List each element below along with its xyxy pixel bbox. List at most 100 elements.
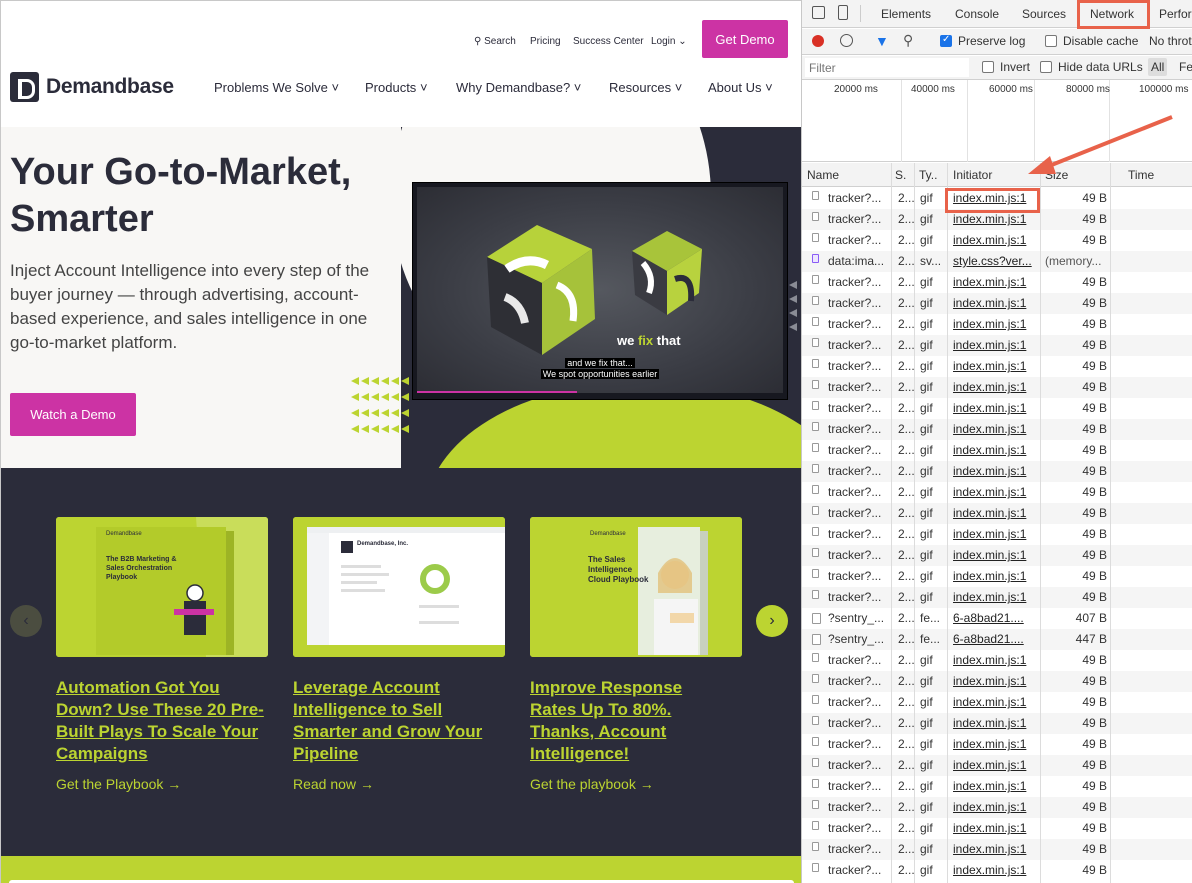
video-progress-bar[interactable]: [417, 391, 577, 393]
request-initiator-link[interactable]: index.min.js:1: [953, 863, 1037, 877]
column-header-size[interactable]: Size: [1045, 168, 1068, 182]
table-row[interactable]: tracker?... 2... gif index.min.js:1 49 B: [802, 797, 1192, 818]
request-initiator-link[interactable]: index.min.js:1: [953, 317, 1037, 331]
request-initiator-link[interactable]: index.min.js:1: [953, 275, 1037, 289]
table-row[interactable]: tracker?... 2... gif index.min.js:1 49 B: [802, 230, 1192, 251]
throttling-select[interactable]: No throt: [1149, 34, 1192, 48]
request-initiator-link[interactable]: index.min.js:1: [953, 716, 1037, 730]
column-header-status[interactable]: S.: [895, 168, 906, 182]
request-initiator-link[interactable]: index.min.js:1: [953, 359, 1037, 373]
filter-input[interactable]: [805, 58, 969, 77]
filter-funnel-icon[interactable]: ▼: [875, 33, 889, 49]
request-initiator-link[interactable]: index.min.js:1: [953, 233, 1037, 247]
carousel-next-button[interactable]: ›: [756, 605, 788, 637]
request-initiator-link[interactable]: index.min.js:1: [953, 800, 1037, 814]
request-initiator-link[interactable]: index.min.js:1: [953, 821, 1037, 835]
carousel-prev-button[interactable]: ‹: [10, 605, 42, 637]
table-row[interactable]: tracker?... 2... gif index.min.js:1 49 B: [802, 734, 1192, 755]
tab-console[interactable]: Console: [955, 7, 999, 21]
table-row[interactable]: tracker?... 2... gif index.min.js:1 49 B: [802, 419, 1192, 440]
request-initiator-link[interactable]: index.min.js:1: [953, 296, 1037, 310]
table-row[interactable]: tracker?... 2... gif index.min.js:1 49 B: [802, 692, 1192, 713]
nav-item-about[interactable]: About Us ˅: [708, 80, 773, 95]
search-icon[interactable]: ⚲: [903, 32, 913, 49]
clear-icon[interactable]: [840, 34, 853, 47]
request-initiator-link[interactable]: index.min.js:1: [953, 548, 1037, 562]
request-initiator-link[interactable]: index.min.js:1: [953, 506, 1037, 520]
table-row[interactable]: tracker?... 2... gif index.min.js:1 49 B: [802, 482, 1192, 503]
table-row[interactable]: tracker?... 2... gif index.min.js:1 49 B: [802, 293, 1192, 314]
filter-type-fetch[interactable]: Fe: [1179, 60, 1192, 74]
get-demo-button[interactable]: Get Demo: [702, 20, 788, 58]
request-initiator-link[interactable]: index.min.js:1: [953, 758, 1037, 772]
tab-sources[interactable]: Sources: [1022, 7, 1066, 21]
request-initiator-link[interactable]: index.min.js:1: [953, 485, 1037, 499]
card-title-leverage[interactable]: Leverage Account Intelligence to Sell Sm…: [293, 677, 493, 765]
filter-type-all[interactable]: All: [1148, 58, 1168, 76]
table-row[interactable]: tracker?... 2... gif index.min.js:1 49 B: [802, 587, 1192, 608]
request-initiator-link[interactable]: index.min.js:1: [953, 527, 1037, 541]
login-link[interactable]: Login ⌄: [651, 36, 687, 47]
table-row[interactable]: tracker?... 2... gif index.min.js:1 49 B: [802, 566, 1192, 587]
table-row[interactable]: tracker?... 2... gif index.min.js:1 49 B: [802, 440, 1192, 461]
request-initiator-link[interactable]: index.min.js:1: [953, 443, 1037, 457]
column-header-type[interactable]: Ty..: [919, 168, 937, 182]
request-initiator-link[interactable]: 6-a8bad21....: [953, 632, 1037, 646]
request-initiator-link[interactable]: 6-a8bad21....: [953, 611, 1037, 625]
nav-item-resources[interactable]: Resources ˅: [609, 80, 682, 95]
request-initiator-link[interactable]: index.min.js:1: [953, 401, 1037, 415]
card-image-dashboard[interactable]: Demandbase, Inc.: [293, 517, 505, 657]
table-row[interactable]: tracker?... 2... gif index.min.js:1 49 B: [802, 545, 1192, 566]
card-title-automation[interactable]: Automation Got You Down? Use These 20 Pr…: [56, 677, 276, 765]
table-row[interactable]: tracker?... 2... gif index.min.js:1 49 B: [802, 356, 1192, 377]
request-initiator-link[interactable]: index.min.js:1: [953, 779, 1037, 793]
invert-checkbox[interactable]: [982, 61, 994, 73]
pricing-link[interactable]: Pricing: [530, 36, 561, 47]
table-row[interactable]: tracker?... 2... gif index.min.js:1 49 B: [802, 671, 1192, 692]
demandbase-logo[interactable]: Demandbase: [10, 72, 174, 102]
request-initiator-link[interactable]: index.min.js:1: [953, 695, 1037, 709]
card-link-read-now[interactable]: Read now →: [293, 776, 374, 792]
table-row[interactable]: tracker?... 2... gif index.min.js:1 49 B: [802, 755, 1192, 776]
column-header-name[interactable]: Name: [807, 168, 839, 182]
hide-data-urls-checkbox[interactable]: [1040, 61, 1052, 73]
nav-item-problems[interactable]: Problems We Solve ˅: [214, 80, 339, 95]
tab-elements[interactable]: Elements: [881, 7, 931, 21]
table-row[interactable]: tracker?... 2... gif index.min.js:1 49 B: [802, 713, 1192, 734]
tab-performance[interactable]: Perfor: [1159, 7, 1192, 21]
table-row[interactable]: tracker?... 2... gif index.min.js:1 49 B: [802, 461, 1192, 482]
card-image-playbook[interactable]: Demandbase The B2B Marketing & Sales Orc…: [56, 517, 268, 657]
table-row[interactable]: tracker?... 2... gif index.min.js:1 49 B: [802, 818, 1192, 839]
success-center-link[interactable]: Success Center: [573, 36, 644, 47]
column-header-time[interactable]: Time: [1128, 168, 1154, 182]
request-initiator-link[interactable]: index.min.js:1: [953, 338, 1037, 352]
request-initiator-link[interactable]: style.css?ver...: [953, 254, 1037, 268]
table-row[interactable]: tracker?... 2... gif index.min.js:1 49 B: [802, 524, 1192, 545]
request-initiator-link[interactable]: index.min.js:1: [953, 212, 1037, 226]
table-row[interactable]: tracker?... 2... gif index.min.js:1 49 B: [802, 335, 1192, 356]
card-title-improve[interactable]: Improve Response Rates Up To 80%. Thanks…: [530, 677, 730, 765]
record-icon[interactable]: [812, 35, 824, 47]
search-link[interactable]: ⚲ Search: [474, 36, 516, 47]
table-row[interactable]: ?sentry_... 2... fe... 6-a8bad21.... 447 B: [802, 629, 1192, 650]
request-initiator-link[interactable]: index.min.js:1: [953, 653, 1037, 667]
request-initiator-link[interactable]: index.min.js:1: [953, 737, 1037, 751]
table-row[interactable]: tracker?... 2... gif index.min.js:1 49 B: [802, 650, 1192, 671]
card-link-get-the-playbook[interactable]: Get the playbook →: [530, 776, 654, 792]
request-initiator-link[interactable]: index.min.js:1: [953, 380, 1037, 394]
table-row[interactable]: tracker?... 2... gif index.min.js:1 49 B: [802, 839, 1192, 860]
hero-video-player[interactable]: we fix that and we fix that... We spot o…: [412, 182, 788, 400]
request-initiator-link[interactable]: index.min.js:1: [953, 569, 1037, 583]
nav-item-products[interactable]: Products ˅: [365, 80, 428, 95]
table-row[interactable]: tracker?... 2... gif index.min.js:1 49 B: [802, 503, 1192, 524]
preserve-log-checkbox[interactable]: [940, 34, 952, 47]
request-initiator-link[interactable]: index.min.js:1: [953, 590, 1037, 604]
table-row[interactable]: tracker?... 2... gif index.min.js:1 49 B: [802, 314, 1192, 335]
table-row[interactable]: tracker?... 2... gif index.min.js:1 49 B: [802, 272, 1192, 293]
table-row[interactable]: ?sentry_... 2... fe... 6-a8bad21.... 407 B: [802, 608, 1192, 629]
request-initiator-link[interactable]: index.min.js:1: [953, 464, 1037, 478]
device-toggle-icon[interactable]: [838, 5, 848, 20]
card-image-sales-playbook[interactable]: Demandbase The Sales Intelligence Cloud …: [530, 517, 742, 657]
card-link-get-playbook[interactable]: Get the Playbook →: [56, 776, 181, 792]
nav-item-why[interactable]: Why Demandbase? ˅: [456, 80, 581, 95]
